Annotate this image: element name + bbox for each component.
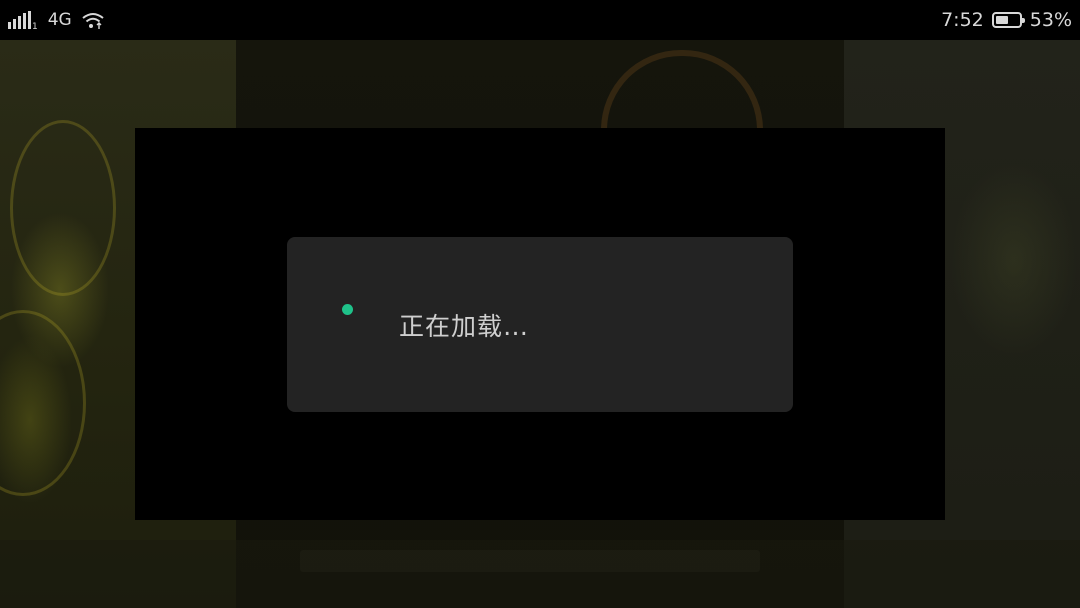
- status-bar-left: 1 4G: [8, 8, 105, 32]
- screen: 1 4G 7:52 53% 正在加载…: [0, 0, 1080, 608]
- status-bar: 1 4G 7:52 53%: [0, 0, 1080, 40]
- status-bar-right: 7:52 53%: [941, 8, 1072, 32]
- battery-percent: 53%: [1029, 9, 1072, 31]
- background-caption: [300, 550, 760, 572]
- battery-level: [995, 16, 1008, 24]
- signal-sim-label: 1: [32, 22, 38, 32]
- loading-text: 正在加载…: [399, 312, 530, 341]
- loading-dialog: 正在加载…: [287, 237, 793, 412]
- signal-icon: [8, 11, 31, 29]
- network-type: 4G: [47, 10, 72, 30]
- clock-time: 7:52: [941, 9, 984, 31]
- battery-icon: [991, 12, 1025, 28]
- wifi-icon: [82, 13, 104, 29]
- loading-spinner-icon: [342, 304, 353, 315]
